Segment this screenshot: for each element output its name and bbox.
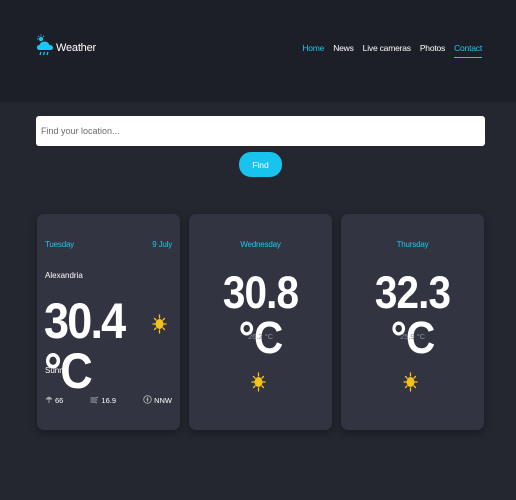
forecast-day: Tuesday <box>45 240 74 249</box>
humidity-stat: 66 <box>45 395 63 406</box>
compass-icon <box>143 395 152 406</box>
min-temperature: 26.2 °C <box>247 332 274 341</box>
weather-stats: 66 16.9 NNW <box>45 395 172 406</box>
nav-news[interactable]: News <box>333 43 354 58</box>
umbrella-icon <box>45 395 53 406</box>
nav-photos[interactable]: Photos <box>420 43 445 58</box>
current-temperature: 30.4 °C <box>44 293 126 399</box>
min-temperature: 25.9 °C <box>399 332 426 341</box>
sun-icon <box>152 310 167 343</box>
forecast-card-today: Tuesday 9 July Alexandria 30.4 °C Sunny … <box>37 214 180 430</box>
site-header: Weather Home News Live cameras Photos Co… <box>0 0 516 102</box>
forecast-card-day-3: Thursday 32.3 °C 25.9 °C <box>341 214 484 430</box>
nav-live-cameras[interactable]: Live cameras <box>363 43 411 58</box>
nav-home[interactable]: Home <box>302 43 324 58</box>
direction-stat: NNW <box>143 395 172 406</box>
location-name: Alexandria <box>45 271 83 280</box>
brand-name: Weather <box>56 42 96 54</box>
forecast-card-day-2: Wednesday 30.8 °C 26.2 °C <box>189 214 332 430</box>
wind-icon <box>90 395 99 406</box>
forecast-date: 9 July <box>152 240 172 249</box>
brand-logo[interactable]: Weather <box>36 34 96 58</box>
sun-icon <box>251 368 266 401</box>
max-temperature: 30.8 °C <box>222 267 299 363</box>
find-button[interactable]: Find <box>239 152 282 177</box>
main-nav: Home News Live cameras Photos Contact <box>293 43 482 58</box>
weather-condition: Sunny <box>45 366 68 375</box>
forecast-day: Thursday <box>396 240 429 249</box>
sun-icon <box>403 368 418 401</box>
nav-contact[interactable]: Contact <box>454 43 482 58</box>
wind-stat: 16.9 <box>90 395 116 406</box>
forecast-day: Wednesday <box>240 240 281 249</box>
location-search-input[interactable] <box>36 116 485 146</box>
max-temperature: 32.3 °C <box>374 267 451 363</box>
cloud-sun-rain-icon <box>36 34 54 58</box>
